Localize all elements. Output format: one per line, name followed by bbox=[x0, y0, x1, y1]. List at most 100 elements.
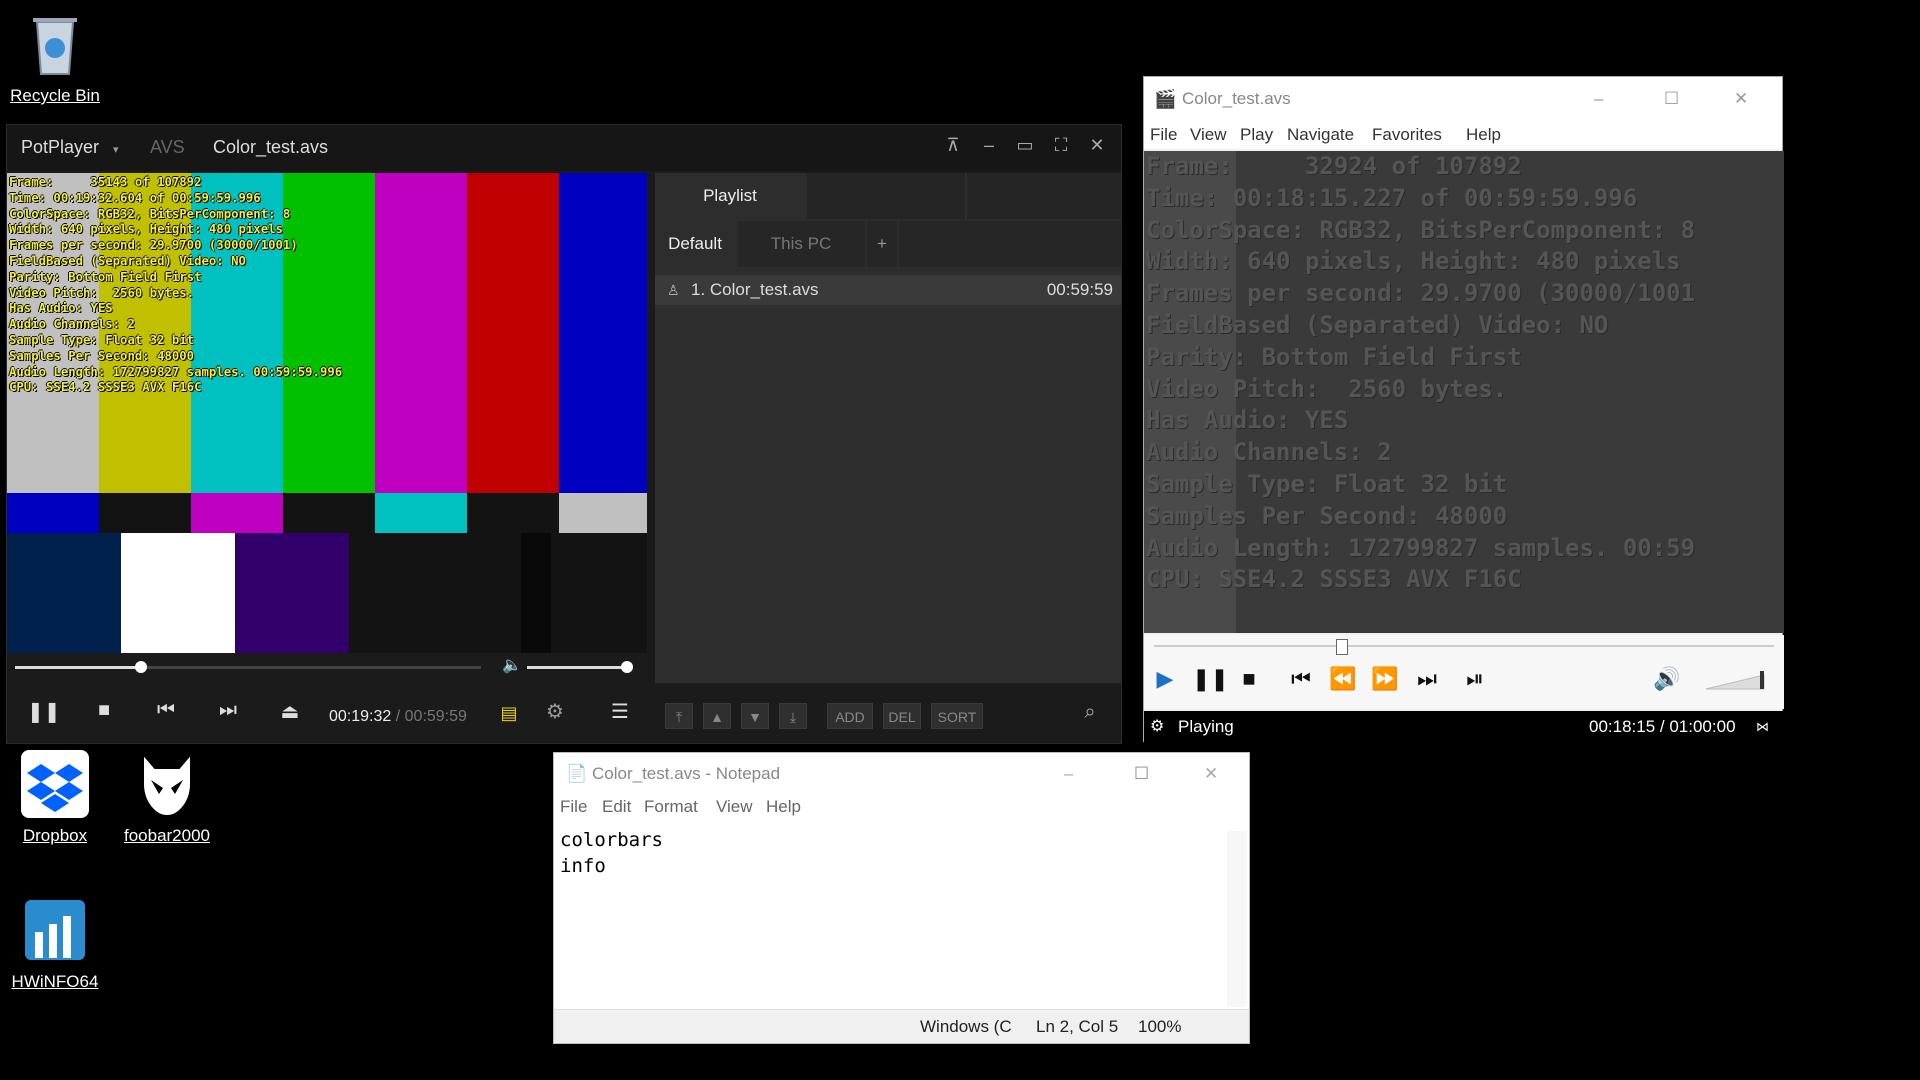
play-button[interactable]: ▶ bbox=[1150, 666, 1180, 692]
next-button[interactable]: ⏭ bbox=[1412, 666, 1442, 692]
menu-play[interactable]: Play bbox=[1240, 125, 1273, 145]
osd-line: ColorSpace: RGB32, BitsPerComponent: 8 bbox=[1146, 215, 1696, 244]
desktop-icon-hwinfo64[interactable]: HWiNFO64 bbox=[0, 894, 110, 992]
vertical-scrollbar[interactable] bbox=[1227, 831, 1247, 1007]
mpc-osd-info: Frame: 32924 of 107892 Time: 00:18:15.227… bbox=[1146, 151, 1695, 596]
osd-line: Has Audio: YES bbox=[1146, 406, 1349, 435]
previous-button[interactable]: ⏮ bbox=[1286, 666, 1316, 692]
mute-icon[interactable]: 🔈 bbox=[497, 655, 527, 675]
minimize-button[interactable]: – bbox=[1594, 77, 1603, 121]
seek-handle[interactable] bbox=[134, 661, 147, 673]
maximize-button[interactable]: ☐ bbox=[1664, 77, 1679, 121]
volume-slider[interactable] bbox=[527, 661, 633, 673]
next-button[interactable]: ⏭ bbox=[213, 699, 243, 722]
tab-playlist[interactable]: Playlist bbox=[655, 173, 805, 219]
desktop-icon-dropbox[interactable]: Dropbox bbox=[0, 748, 110, 846]
chevron-down-icon[interactable]: ▾ bbox=[113, 143, 119, 156]
volume-handle[interactable] bbox=[621, 661, 633, 673]
format-tag: AVS bbox=[150, 137, 185, 157]
frame-step-button[interactable]: ⏯ bbox=[1460, 666, 1490, 692]
pause-button[interactable]: ❚❚ bbox=[27, 699, 61, 724]
eject-button[interactable]: ⏏ bbox=[275, 699, 305, 724]
menu-help[interactable]: Help bbox=[766, 797, 801, 817]
fullscreen-button[interactable]: ⛶ bbox=[1047, 135, 1075, 156]
close-button[interactable]: ✕ bbox=[1734, 77, 1748, 121]
window-title: Color_test.avs bbox=[213, 137, 329, 157]
text-line: info bbox=[560, 855, 606, 877]
move-bottom-button[interactable]: ⤓ bbox=[779, 703, 807, 729]
stop-button[interactable]: ■ bbox=[1234, 666, 1264, 692]
osd-line: Time: 00:19:32.604 of 00:59:59.996 bbox=[9, 190, 261, 205]
color-bar bbox=[521, 533, 551, 653]
menu-help[interactable]: Help bbox=[1466, 125, 1501, 145]
menu-edit[interactable]: Edit bbox=[602, 797, 631, 817]
playback-status: Playing bbox=[1178, 717, 1234, 736]
recycle-bin-icon bbox=[33, 18, 77, 75]
menu-file[interactable]: File bbox=[560, 797, 587, 817]
tab-this-pc[interactable]: This PC bbox=[737, 221, 865, 267]
search-icon[interactable]: ⌕ bbox=[1075, 701, 1105, 724]
time-current: 00:19:32 bbox=[329, 708, 392, 725]
add-tab-button[interactable]: + bbox=[867, 221, 897, 267]
mpc-seek-handle[interactable] bbox=[1336, 639, 1349, 655]
osd-line: Samples Per Second: 48000 bbox=[9, 348, 195, 363]
gear-icon[interactable]: ⚙ bbox=[540, 699, 570, 724]
move-up-button[interactable]: ▲ bbox=[703, 703, 731, 729]
close-button[interactable]: ✕ bbox=[1204, 753, 1218, 795]
video-area[interactable]: Frame: 35143 of 107892 Time: 00:19:32.604… bbox=[7, 173, 647, 653]
osd-line: Width: 640 pixels, Height: 480 pixels bbox=[1146, 247, 1681, 276]
menu-file[interactable]: File bbox=[1150, 125, 1177, 145]
move-down-button[interactable]: ▼ bbox=[741, 703, 769, 729]
rewind-button[interactable]: ⏪ bbox=[1328, 666, 1358, 692]
osd-line: ColorSpace: RGB32, BitsPerComponent: 8 bbox=[9, 206, 291, 221]
tab-empty[interactable] bbox=[807, 173, 965, 219]
close-button[interactable]: ✕ bbox=[1083, 135, 1111, 156]
menu-icon[interactable]: ☰ bbox=[605, 699, 635, 724]
seek-progress bbox=[15, 666, 141, 669]
color-bar bbox=[349, 533, 647, 653]
pin-icon[interactable]: ⊼ bbox=[939, 135, 967, 156]
osd-line: Sample Type: Float 32 bit bbox=[1146, 469, 1508, 498]
forward-button[interactable]: ⏩ bbox=[1370, 666, 1400, 692]
color-bar bbox=[235, 533, 349, 653]
menu-navigate[interactable]: Navigate bbox=[1287, 125, 1354, 145]
foobar-alien-icon bbox=[142, 751, 192, 818]
minimize-button[interactable]: – bbox=[1064, 753, 1073, 795]
playlist-item[interactable]: ♙ 1. Color_test.avs 00:59:59 bbox=[655, 275, 1121, 305]
subtitle-icon[interactable]: ▤ bbox=[494, 703, 524, 724]
maximize-button[interactable]: ▭ bbox=[1011, 135, 1039, 156]
playlist-item-duration: 00:59:59 bbox=[1046, 280, 1113, 299]
menu-format[interactable]: Format bbox=[644, 797, 698, 817]
tab-bar-filler bbox=[899, 221, 1121, 267]
mpc-statusbar: ⚙ Playing 00:18:15 / 01:00:00 ⋈ bbox=[1144, 711, 1784, 743]
maximize-button[interactable]: ☐ bbox=[1134, 753, 1149, 795]
stop-button[interactable]: ■ bbox=[89, 699, 119, 722]
osd-line: Frame: 35143 of 107892 bbox=[9, 175, 202, 189]
mpc-video-area[interactable]: Frame: 32924 of 107892 Time: 00:18:15.227… bbox=[1144, 151, 1784, 633]
notepad-menubar: File Edit Format View Help bbox=[554, 795, 1249, 821]
delete-button[interactable]: DEL bbox=[883, 703, 921, 729]
tab-empty[interactable] bbox=[967, 173, 1121, 219]
mpc-seek-bar[interactable] bbox=[1154, 645, 1774, 647]
desktop-icon-recycle-bin[interactable]: Recycle Bin bbox=[0, 8, 110, 106]
move-top-button[interactable]: ⤒ bbox=[665, 703, 693, 729]
seek-bar[interactable] bbox=[15, 661, 481, 673]
menu-view[interactable]: View bbox=[716, 797, 753, 817]
tab-default[interactable]: Default bbox=[655, 221, 735, 267]
menu-view[interactable]: View bbox=[1190, 125, 1227, 145]
desktop-icon-foobar2000[interactable]: foobar2000 bbox=[112, 748, 222, 846]
sort-button[interactable]: SORT bbox=[931, 703, 983, 729]
notepad-text-area[interactable]: colorbars info bbox=[560, 827, 663, 879]
pause-button[interactable]: ❚❚ bbox=[1192, 666, 1229, 692]
mpc-menubar: File View Play Navigate Favorites Help bbox=[1144, 121, 1782, 149]
color-bar bbox=[7, 493, 99, 533]
color-bar bbox=[375, 173, 467, 493]
add-button[interactable]: ADD bbox=[827, 703, 873, 729]
menu-favorites[interactable]: Favorites bbox=[1372, 125, 1442, 145]
speaker-icon[interactable]: 🔊 bbox=[1652, 666, 1682, 692]
color-bar bbox=[7, 533, 121, 653]
previous-button[interactable]: ⏮ bbox=[151, 699, 181, 722]
potplayer-menu-button[interactable]: PotPlayer bbox=[21, 137, 99, 158]
mpc-volume-slider[interactable] bbox=[1704, 669, 1774, 691]
minimize-button[interactable]: – bbox=[975, 135, 1003, 156]
